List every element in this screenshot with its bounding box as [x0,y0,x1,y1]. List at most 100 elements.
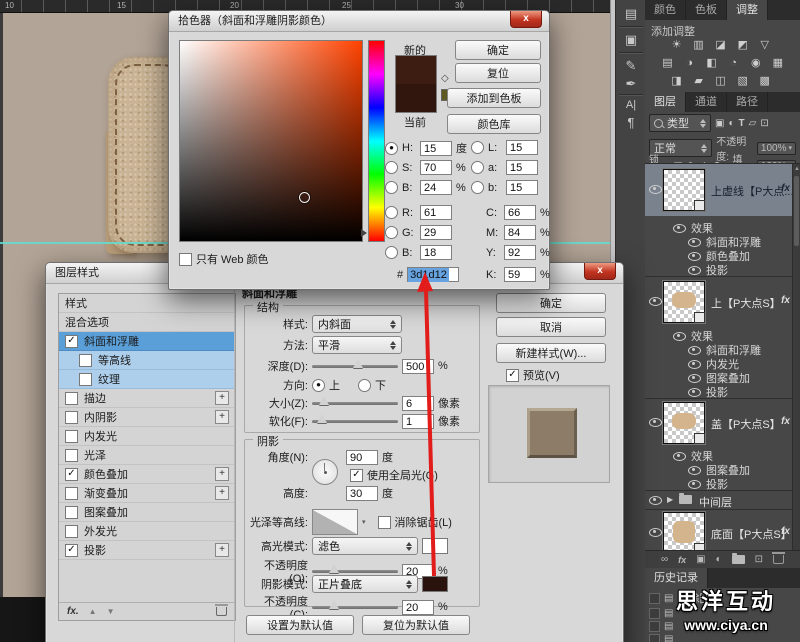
new-style-button[interactable]: 新建样式(W)... [496,343,606,363]
reset-button[interactable]: 复位 [455,63,541,83]
style-item-texture[interactable]: 纹理 [59,370,235,389]
highlight-opacity-slider[interactable] [312,570,398,573]
add-to-swatches-button[interactable]: 添加到色板 [447,88,541,108]
effects-eye-icon[interactable] [673,224,686,233]
tab-layers[interactable]: 图层 [645,92,686,112]
style-item-pattern-overlay[interactable]: 图案叠加 [59,503,235,522]
s-radio[interactable] [385,161,398,174]
group-name[interactable]: 中间层 [699,494,732,510]
libraries-panel-icon[interactable]: ▣ [616,32,646,48]
hex-input[interactable]: 3d1d12 [407,267,459,282]
a-input[interactable]: 15 [506,160,538,175]
r-input[interactable]: 61 [420,205,452,220]
gradient-map-icon[interactable]: ▩ [755,74,774,87]
delete-style-icon[interactable] [216,607,227,616]
direction-down-radio[interactable] [358,379,371,392]
style-item-gradient-overlay[interactable]: 渐变叠加+ [59,484,235,503]
black-white-icon[interactable]: ◧ [702,56,721,69]
technique-dropdown[interactable]: 平滑 [312,336,402,354]
levels-icon[interactable]: ▥ [689,38,708,51]
size-input[interactable]: 6 [402,396,434,411]
style-item-inner-glow[interactable]: 内发光 [59,427,235,446]
scroll-up-icon[interactable]: ▲ [794,166,800,172]
tab-paths[interactable]: 路径 [727,92,768,112]
layer-fx-badge[interactable]: fx [781,526,790,537]
move-style-up-icon[interactable]: ▲ [89,607,97,616]
curves-icon[interactable]: ◪ [711,38,730,51]
angle-input[interactable]: 90 [346,450,378,465]
c-input[interactable]: 66 [504,205,536,220]
new-adjustment-layer-icon[interactable]: ◐ [716,554,722,565]
new-group-icon[interactable] [732,555,745,564]
layer-row[interactable]: 底面【P大点S】 fx [645,510,800,551]
g-radio[interactable] [385,226,398,239]
selective-color-icon[interactable]: ▧ [733,74,752,87]
l-radio[interactable] [471,141,484,154]
ok-button[interactable]: 确定 [496,293,606,313]
size-slider[interactable] [312,402,398,405]
contour-dropdown-icon[interactable]: ▾ [362,518,366,526]
paragraph-panel-icon[interactable]: ¶ [616,115,646,130]
layer-name[interactable]: 上【P大点S】 [711,295,781,311]
depth-slider[interactable] [312,365,398,368]
tab-color[interactable]: 颜色 [645,0,686,20]
b-radio[interactable] [385,181,398,194]
invert-icon[interactable]: ◨ [667,74,686,87]
s-input[interactable]: 70 [420,160,452,175]
add-layer-style-icon[interactable]: fx [678,555,686,565]
shadow-mode-dropdown[interactable]: 正片叠底 [312,575,418,593]
layer-fx-badge[interactable]: fx [781,183,790,194]
global-light-checkbox[interactable]: ✓ [350,469,363,482]
link-layers-icon[interactable]: ∞ [661,554,668,565]
style-item-color-overlay[interactable]: ✓颜色叠加+ [59,465,235,484]
photo-filter-icon[interactable]: ◔ [724,57,743,69]
close-icon[interactable]: x [584,263,616,280]
layer-row-selected[interactable]: 上虚线【P大点... fx [645,164,800,216]
soften-input[interactable]: 1 [402,414,434,429]
layer-fx-badge[interactable]: fx [781,416,790,427]
layers-scrollbar[interactable]: ▲ [792,164,800,551]
angle-dial[interactable] [312,459,338,485]
style-item-satin[interactable]: 光泽 [59,446,235,465]
tab-adjustments[interactable]: 调整 [727,0,768,20]
cancel-button[interactable]: 取消 [496,317,606,337]
brightness-contrast-icon[interactable]: ☀ [667,38,686,51]
filter-image-icon[interactable]: ▣ [715,118,724,129]
hue-marker-left-icon[interactable] [361,229,367,237]
visibility-eye-icon[interactable] [649,496,662,505]
web-only-checkbox[interactable] [179,253,192,266]
visibility-eye-icon[interactable] [649,185,662,194]
character-panel-icon[interactable]: A| [616,99,646,111]
filter-kind-dropdown[interactable]: 类型 [649,114,711,132]
color-picker-titlebar[interactable]: 拾色器（斜面和浮雕阴影颜色） [169,11,549,32]
set-default-button[interactable]: 设置为默认值 [246,615,354,635]
color-field[interactable] [179,40,363,242]
filter-adjustment-icon[interactable]: ◐ [728,118,734,129]
color-lookup-icon[interactable]: ▦ [768,56,787,69]
properties-panel-icon[interactable]: ▤ [616,6,646,22]
b2-input[interactable]: 18 [420,245,452,260]
hue-slider[interactable] [368,40,385,242]
k-input[interactable]: 59 [504,267,536,282]
brush-panel-icon[interactable]: ✎ [616,58,646,74]
reset-default-button[interactable]: 复位为默认值 [362,615,470,635]
visibility-eye-icon[interactable] [649,528,662,537]
delete-layer-icon[interactable] [773,555,784,564]
tab-channels[interactable]: 通道 [686,92,727,112]
channel-mixer-icon[interactable]: ◉ [746,56,765,69]
m-input[interactable]: 84 [504,225,536,240]
visibility-eye-icon[interactable] [649,297,662,306]
style-item-drop-shadow[interactable]: ✓投影+ [59,541,235,560]
filter-shape-icon[interactable]: ▱ [749,118,757,129]
altitude-input[interactable]: 30 [346,486,378,501]
fx-menu-icon[interactable]: fx. [67,606,79,617]
disclosure-triangle-icon[interactable]: ▶ [667,495,673,504]
style-item-stroke[interactable]: 描边+ [59,389,235,408]
style-item-inner-shadow[interactable]: 内阴影+ [59,408,235,427]
filter-type-icon[interactable]: T [739,118,745,129]
filter-smart-object-icon[interactable]: ⊡ [760,118,768,129]
layer-row[interactable]: 上【P大点S】 fx [645,277,800,327]
b2-radio[interactable] [385,246,398,259]
a-radio[interactable] [471,161,484,174]
layer-thumbnail[interactable] [663,169,705,211]
